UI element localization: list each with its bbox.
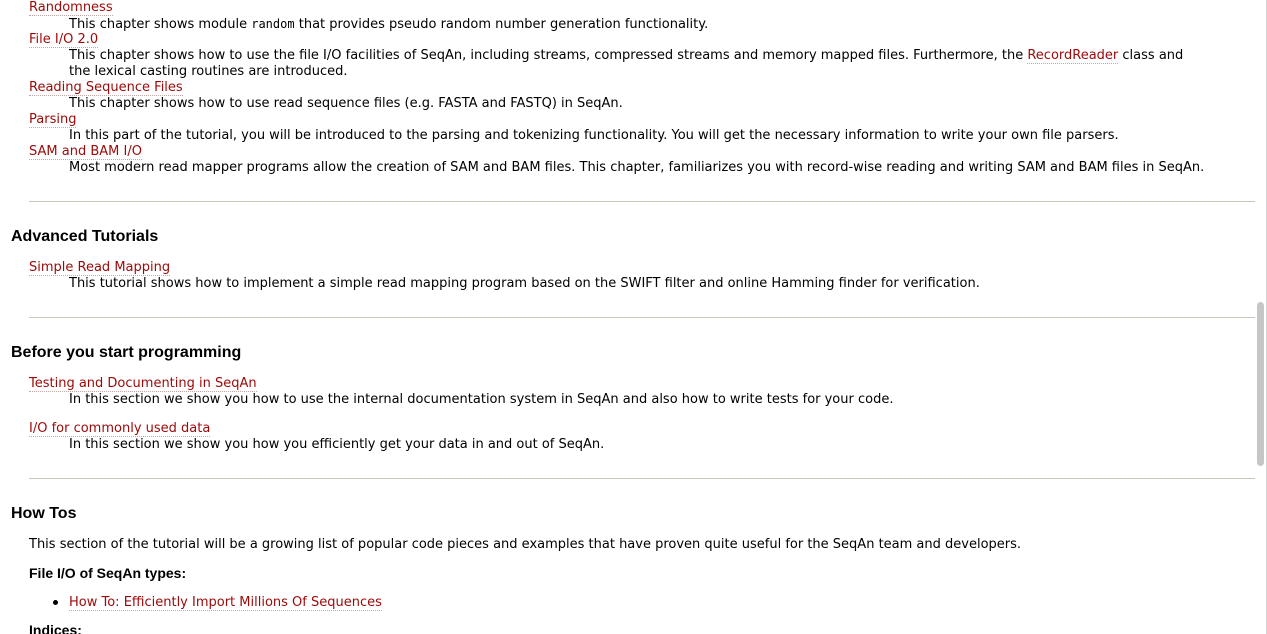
- section-divider: [29, 478, 1255, 479]
- chapter-link-randomness[interactable]: Randomness: [29, 0, 113, 16]
- desc-text: class and: [1118, 48, 1184, 63]
- chapter-link-sam-bam[interactable]: SAM and BAM I/O: [29, 144, 142, 160]
- chapter-link-parsing[interactable]: Parsing: [29, 112, 77, 128]
- desc-text: This chapter shows module: [69, 17, 252, 32]
- chapter-desc-randomness: This chapter shows module random that pr…: [69, 16, 708, 33]
- howtos-intro: This section of the tutorial will be a g…: [29, 537, 1022, 552]
- howto-item: How To: Efficiently Import Millions Of S…: [69, 595, 382, 611]
- before-item-testing: Testing and Documenting in SeqAn: [29, 376, 257, 392]
- code-random: random: [251, 17, 295, 31]
- desc-simple-read-mapping: This tutorial shows how to implement a s…: [69, 276, 980, 291]
- chapter-desc-file-io: This chapter shows how to use the file I…: [69, 48, 1183, 64]
- desc-io-common-data: In this section we show you how you effi…: [69, 437, 605, 452]
- heading-how-tos: How Tos: [11, 505, 77, 522]
- chapter-sam-bam: SAM and BAM I/O: [29, 144, 142, 160]
- chapter-link-file-io[interactable]: File I/O 2.0: [29, 32, 99, 48]
- chapter-link-reading-sequence-files[interactable]: Reading Sequence Files: [29, 80, 183, 96]
- link-io-common-data[interactable]: I/O for commonly used data: [29, 421, 211, 437]
- section-divider: [29, 201, 1255, 202]
- chapter-desc-parsing: In this part of the tutorial, you will b…: [69, 128, 1119, 143]
- chapter-desc-file-io-line2: the lexical casting routines are introdu…: [69, 64, 348, 79]
- chapter-parsing: Parsing: [29, 112, 77, 128]
- link-simple-read-mapping[interactable]: Simple Read Mapping: [29, 260, 171, 276]
- heading-before-you-start: Before you start programming: [11, 344, 242, 361]
- subheading-file-io-types: File I/O of SeqAn types:: [29, 565, 187, 581]
- chapter-randomness: Randomness: [29, 0, 113, 16]
- chapter-file-io: File I/O 2.0: [29, 32, 99, 48]
- before-item-io-data: I/O for commonly used data: [29, 421, 211, 437]
- chapter-desc-sam-bam: Most modern read mapper programs allow t…: [69, 160, 1205, 175]
- chapter-reading-sequence-files: Reading Sequence Files: [29, 80, 183, 96]
- advanced-item-simple-read-mapping: Simple Read Mapping: [29, 260, 171, 276]
- desc-text: that provides pseudo random number gener…: [294, 17, 709, 32]
- link-howto-import-sequences[interactable]: How To: Efficiently Import Millions Of S…: [69, 595, 382, 611]
- link-testing-documenting[interactable]: Testing and Documenting in SeqAn: [29, 376, 257, 392]
- record-reader-link[interactable]: RecordReader: [1027, 48, 1119, 64]
- chapter-desc-reading-sequence-files: This chapter shows how to use read seque…: [69, 96, 623, 111]
- subheading-indices: Indices:: [29, 622, 82, 634]
- desc-testing-documenting: In this section we show you how to use t…: [69, 392, 894, 407]
- scrollbar-thumb[interactable]: [1257, 302, 1264, 466]
- heading-advanced-tutorials: Advanced Tutorials: [11, 228, 159, 245]
- bullet-icon: [53, 600, 58, 605]
- desc-text: This chapter shows how to use the file I…: [69, 48, 1028, 63]
- section-divider: [29, 317, 1255, 318]
